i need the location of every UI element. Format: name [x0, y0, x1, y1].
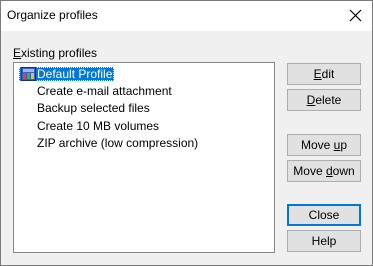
list-item[interactable]: ZIP archive (low compression)	[19, 135, 200, 151]
list-item-label: ZIP archive (low compression)	[37, 136, 199, 150]
move-down-button-label-post: own	[332, 164, 355, 178]
close-icon	[349, 9, 362, 22]
help-button[interactable]: Help	[287, 230, 361, 252]
title-bar[interactable]: Organize profiles	[1, 1, 372, 31]
existing-profiles-label: Existing profiles	[13, 46, 97, 60]
move-up-button-label-post: p	[340, 138, 348, 152]
list-item[interactable]: Backup selected files	[19, 100, 152, 116]
help-button-label: Help	[311, 234, 337, 248]
move-down-button-label-pre: Move	[293, 164, 326, 178]
close-button-label: Close	[308, 208, 340, 222]
edit-button-mnemonic: E	[313, 67, 322, 81]
move-down-button[interactable]: Move down	[287, 160, 361, 182]
list-item-label: Create e-mail attachment	[37, 84, 172, 98]
close-window-button[interactable]	[340, 1, 372, 31]
profile-icon	[21, 67, 36, 81]
window-title: Organize profiles	[7, 8, 98, 22]
existing-profiles-label-mnemonic: E	[13, 46, 22, 60]
list-item-label: Create 10 MB volumes	[37, 119, 160, 133]
list-item[interactable]: Create 10 MB volumes	[19, 118, 161, 134]
delete-button-label-post: elete	[315, 93, 342, 107]
move-up-button-label-pre: Move	[300, 138, 334, 152]
move-up-button[interactable]: Move up	[287, 134, 361, 156]
delete-button[interactable]: Delete	[287, 89, 361, 111]
organize-profiles-dialog: Organize profiles Existing profiles Defa…	[0, 0, 373, 266]
move-down-button-mnemonic: d	[325, 164, 333, 178]
list-item-label: Backup selected files	[37, 101, 150, 115]
edit-button[interactable]: Edit	[287, 63, 361, 85]
edit-button-label-post: dit	[321, 67, 335, 81]
close-button[interactable]: Close	[287, 204, 361, 226]
existing-profiles-label-rest: xisting profiles	[21, 46, 98, 60]
delete-button-mnemonic: D	[306, 93, 316, 107]
list-item[interactable]: Default Profile	[19, 66, 115, 82]
profiles-listbox[interactable]: Default Profile Create e-mail attachment…	[13, 62, 275, 253]
list-item[interactable]: Create e-mail attachment	[19, 83, 174, 99]
